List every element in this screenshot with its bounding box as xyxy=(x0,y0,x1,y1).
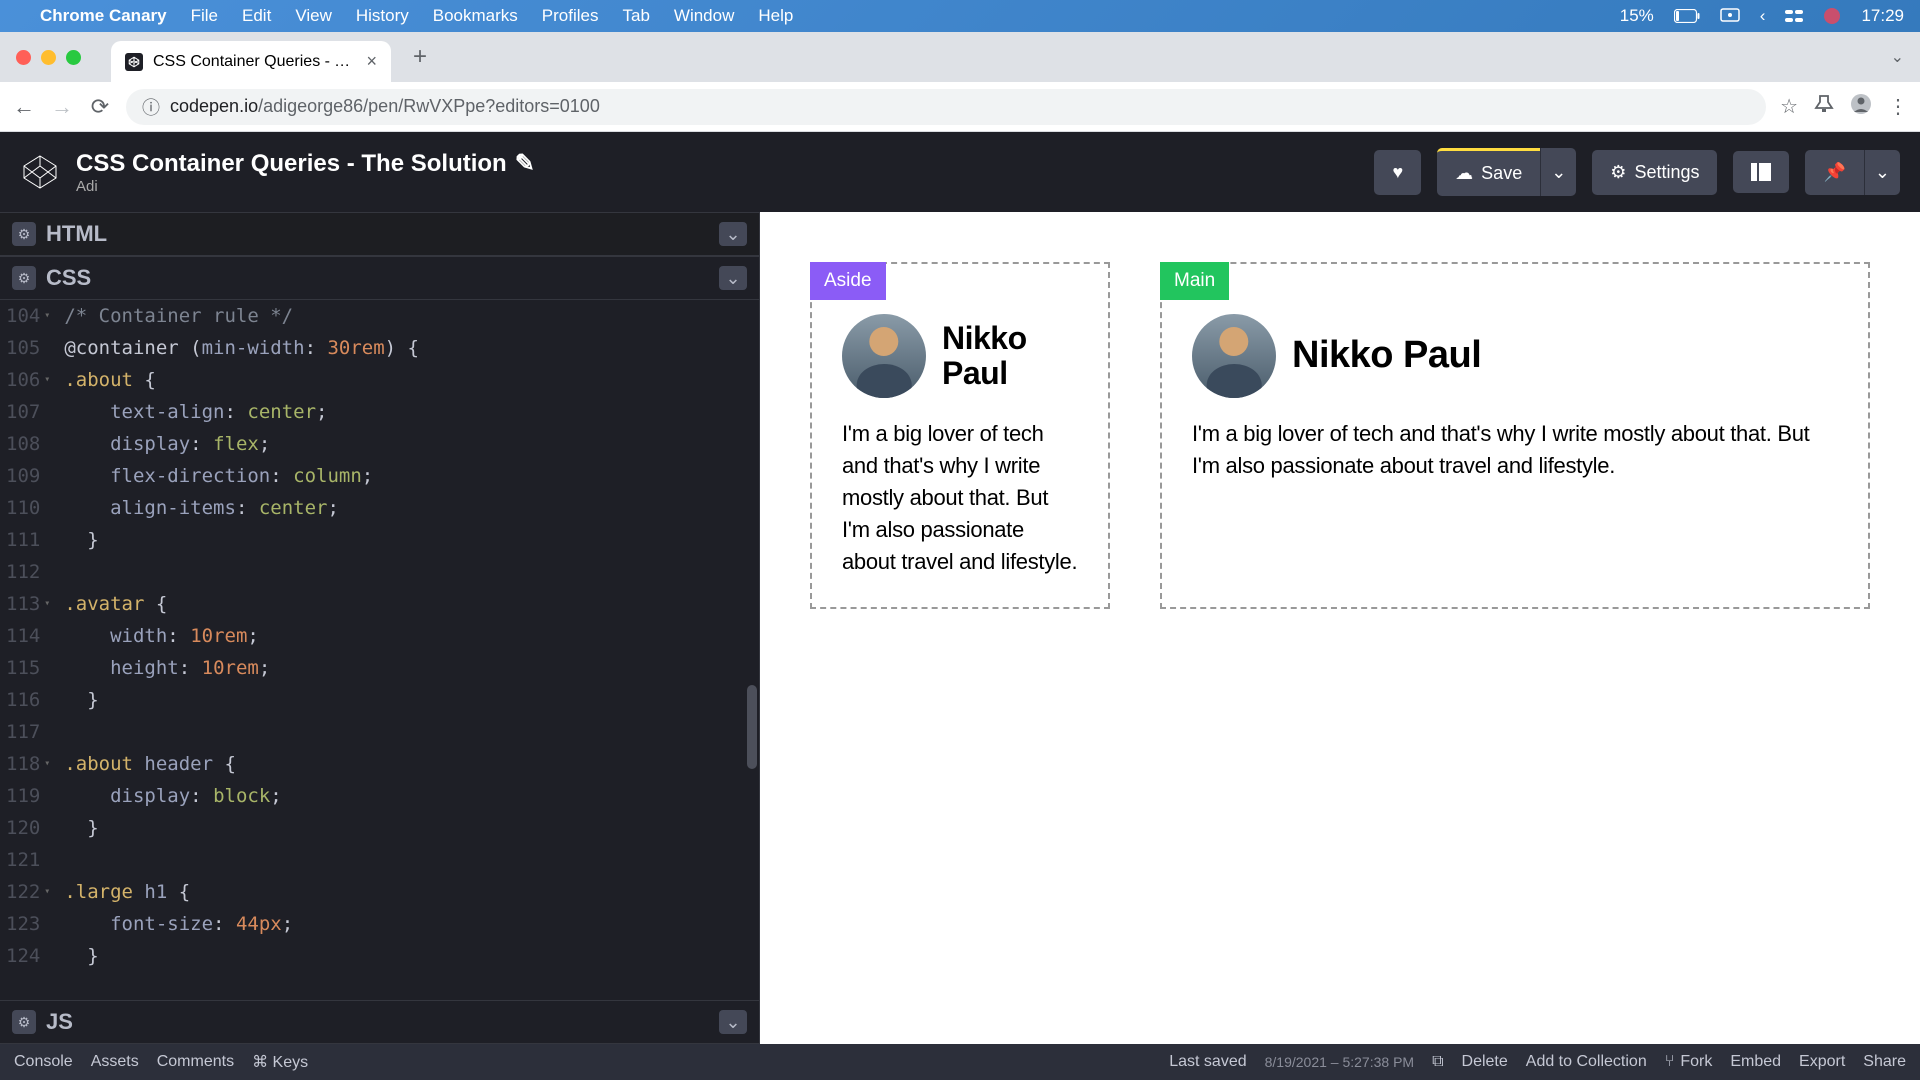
css-panel-header[interactable]: ⚙ CSS ⌄ xyxy=(0,256,759,300)
comments-button[interactable]: Comments xyxy=(157,1053,234,1071)
cloud-icon: ☁ xyxy=(1455,163,1473,184)
battery-icon[interactable] xyxy=(1674,9,1700,23)
profile-bio: I'm a big lover of tech and that's why I… xyxy=(1192,418,1838,482)
status-icon[interactable] xyxy=(1823,7,1841,25)
url-domain: codepen.io xyxy=(170,96,258,116)
pen-author[interactable]: Adi xyxy=(76,178,1358,195)
tab-close-icon[interactable]: × xyxy=(366,51,377,72)
save-button[interactable]: ☁ Save xyxy=(1437,148,1540,196)
extension-icon[interactable] xyxy=(1814,94,1834,120)
keys-button[interactable]: ⌘ Keys xyxy=(252,1052,308,1072)
last-saved-label: Last saved xyxy=(1169,1053,1246,1071)
chrome-menu-icon[interactable]: ⋮ xyxy=(1888,94,1908,119)
js-panel-header[interactable]: ⚙ JS ⌄ xyxy=(0,1000,759,1044)
add-collection-button[interactable]: Add to Collection xyxy=(1526,1053,1647,1071)
preview-main-container: Main Nikko Paul I'm a big lover of tech … xyxy=(1160,262,1870,609)
profile-avatar-icon[interactable] xyxy=(1850,93,1872,121)
menu-window[interactable]: Window xyxy=(674,6,734,26)
window-titlebar: CSS Container Queries - The S × + ⌄ xyxy=(0,32,1920,82)
menu-file[interactable]: File xyxy=(191,6,218,26)
js-settings-icon[interactable]: ⚙ xyxy=(12,1010,36,1034)
html-chevron-icon[interactable]: ⌄ xyxy=(719,222,747,246)
site-info-icon[interactable]: ⓘ xyxy=(142,94,160,120)
editor-scrollbar[interactable] xyxy=(745,300,757,1000)
menu-help[interactable]: Help xyxy=(758,6,793,26)
embed-button[interactable]: Embed xyxy=(1730,1053,1781,1071)
export-button[interactable]: Export xyxy=(1799,1053,1845,1071)
window-close-button[interactable] xyxy=(16,50,31,65)
clock[interactable]: 17:29 xyxy=(1861,6,1904,26)
html-panel-title: HTML xyxy=(46,221,709,247)
html-panel-header[interactable]: ⚙ HTML ⌄ xyxy=(0,212,759,256)
share-button[interactable]: Share xyxy=(1863,1053,1906,1071)
settings-button[interactable]: ⚙ Settings xyxy=(1592,150,1717,195)
new-tab-button[interactable]: + xyxy=(413,43,427,71)
profile-name: Nikko Paul xyxy=(942,321,1078,391)
console-button[interactable]: Console xyxy=(14,1053,73,1071)
last-saved-time: 8/19/2021 – 5:27:38 PM xyxy=(1265,1054,1414,1070)
reload-button[interactable]: ⟳ xyxy=(88,95,112,119)
menu-edit[interactable]: Edit xyxy=(242,6,271,26)
tab-title: CSS Container Queries - The S xyxy=(153,53,356,71)
js-chevron-icon[interactable]: ⌄ xyxy=(719,1010,747,1034)
pen-title[interactable]: CSS Container Queries - The Solution xyxy=(76,150,507,178)
codepen-logo-icon[interactable] xyxy=(20,152,60,192)
pin-dropdown-button[interactable]: ⌄ xyxy=(1864,150,1900,195)
window-maximize-button[interactable] xyxy=(66,50,81,65)
html-settings-icon[interactable]: ⚙ xyxy=(12,222,36,246)
profile-name: Nikko Paul xyxy=(1292,335,1481,377)
tab-favicon-icon xyxy=(125,53,143,71)
fork-button[interactable]: ⑂Fork xyxy=(1665,1053,1713,1071)
browser-tab[interactable]: CSS Container Queries - The S × xyxy=(111,41,391,82)
delete-button[interactable]: Delete xyxy=(1462,1053,1508,1071)
css-chevron-icon[interactable]: ⌄ xyxy=(719,266,747,290)
layout-button[interactable] xyxy=(1733,151,1789,193)
url-input[interactable]: ⓘ codepen.io/adigeorge86/pen/RwVXPpe?edi… xyxy=(126,89,1766,125)
preview-pane: Aside Nikko Paul I'm a big lover of tech… xyxy=(760,212,1920,1044)
css-editor[interactable]: 1041051061071081091101111121131141151161… xyxy=(0,300,759,1000)
forward-button: → xyxy=(50,95,74,119)
window-minimize-button[interactable] xyxy=(41,50,56,65)
open-external-button[interactable]: ⧉ xyxy=(1432,1053,1443,1071)
bookmark-star-icon[interactable]: ☆ xyxy=(1780,94,1798,119)
tabs-dropdown-icon[interactable]: ⌄ xyxy=(1891,47,1904,67)
fork-icon: ⑂ xyxy=(1665,1053,1675,1071)
menu-tab[interactable]: Tab xyxy=(622,6,649,26)
nav-prev-icon[interactable]: ‹ xyxy=(1760,6,1766,26)
macos-menubar: Chrome Canary File Edit View History Boo… xyxy=(0,0,1920,32)
js-panel-title: JS xyxy=(46,1009,709,1035)
menu-profiles[interactable]: Profiles xyxy=(542,6,599,26)
save-dropdown-button[interactable]: ⌄ xyxy=(1540,148,1576,196)
screen-mirror-icon[interactable] xyxy=(1720,8,1740,24)
address-bar: ← → ⟳ ⓘ codepen.io/adigeorge86/pen/RwVXP… xyxy=(0,82,1920,132)
assets-button[interactable]: Assets xyxy=(91,1053,139,1071)
menu-view[interactable]: View xyxy=(295,6,332,26)
gear-icon: ⚙ xyxy=(1610,162,1626,183)
avatar-image xyxy=(842,314,926,398)
codepen-header: CSS Container Queries - The Solution ✎ A… xyxy=(0,132,1920,212)
control-center-icon[interactable] xyxy=(1785,8,1803,24)
battery-percent[interactable]: 15% xyxy=(1620,6,1654,26)
preview-aside-container: Aside Nikko Paul I'm a big lover of tech… xyxy=(810,262,1110,609)
main-label: Main xyxy=(1160,262,1229,300)
menu-bookmarks[interactable]: Bookmarks xyxy=(433,6,518,26)
css-panel-title: CSS xyxy=(46,265,709,291)
menu-history[interactable]: History xyxy=(356,6,409,26)
avatar-image xyxy=(1192,314,1276,398)
back-button[interactable]: ← xyxy=(12,95,36,119)
css-settings-icon[interactable]: ⚙ xyxy=(12,266,36,290)
url-path: /adigeorge86/pen/RwVXPpe?editors=0100 xyxy=(258,96,600,116)
edit-title-icon[interactable]: ✎ xyxy=(515,149,535,178)
heart-button[interactable]: ♥ xyxy=(1374,150,1421,195)
footer-bar: Console Assets Comments ⌘ Keys Last save… xyxy=(0,1044,1920,1080)
profile-bio: I'm a big lover of tech and that's why I… xyxy=(842,418,1078,577)
aside-label: Aside xyxy=(810,262,886,300)
scrollbar-thumb[interactable] xyxy=(747,685,757,769)
menubar-app-name[interactable]: Chrome Canary xyxy=(40,6,167,26)
pin-button[interactable]: 📌 xyxy=(1805,150,1863,195)
